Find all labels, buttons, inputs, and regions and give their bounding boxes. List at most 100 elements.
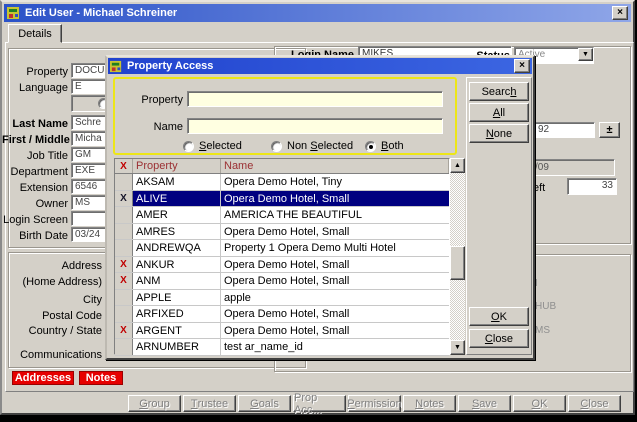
close-button[interactable]: Close [469,329,529,348]
code-value: 92 [538,124,549,135]
table-row[interactable]: X ANM Opera Demo Hotel, Small [115,273,449,290]
permission-button[interactable]: Permission [348,395,401,412]
radio-selected-label: Selected [199,140,242,152]
table-row[interactable]: AKSAM Opera Demo Hotel, Tiny [115,174,449,191]
x-cell [115,207,133,223]
interface-fragment-2: HUB [535,301,556,312]
save-button[interactable]: Save [458,395,511,412]
property-cell: ANKUR [133,257,221,273]
name-cell: Opera Demo Hotel, Small [221,224,449,240]
chevron-down-icon[interactable]: ▼ [578,48,593,61]
name-cell: Opera Demo Hotel, Tiny [221,174,449,190]
screen: Edit User - Michael Schreiner × Details … [0,0,637,422]
scroll-down-icon[interactable]: ▼ [450,340,465,355]
postal-code-label: Postal Code [2,310,102,322]
x-cell [115,240,133,256]
addresses-button[interactable]: Addresses [12,371,74,385]
property-cell: ARFIXED [133,306,221,322]
table-row[interactable]: ARFIXED Opera Demo Hotel, Small [115,306,449,323]
dialog-button-panel: Search All None OK Close [466,77,532,355]
address-label: Address [2,260,102,272]
dialog-title: Property Access [127,60,510,72]
trustee-button[interactable]: Trustee [183,395,236,412]
dialog-name-label: Name [123,121,183,133]
x-cell [115,306,133,322]
tab-details[interactable]: Details [8,24,62,43]
name-cell: Property 1 Opera Demo Multi Hotel [221,240,449,256]
notes-red-button[interactable]: Notes [79,371,123,385]
radio-selected[interactable]: Selected [183,140,242,152]
header-property: Property [133,159,221,173]
name-cell: Opera Demo Hotel, Small [221,323,449,339]
table-row[interactable]: X ANKUR Opera Demo Hotel, Small [115,257,449,274]
table-row[interactable]: X ALIVE Opera Demo Hotel, Small [115,191,449,208]
city-label: City [2,294,102,306]
radio-non-selected-icon[interactable] [271,141,282,152]
radio-both[interactable]: Both [365,140,404,152]
all-button[interactable]: All [469,103,529,122]
property-cell: ARNUMBER [133,339,221,355]
x-cell: X [115,191,133,207]
close-icon[interactable]: × [612,6,628,20]
x-cell: X [115,273,133,289]
dialog-property-label: Property [123,94,183,106]
scroll-up-icon[interactable]: ▲ [450,158,465,173]
name-cell: test ar_name_id [221,339,449,355]
language-label: Language [2,82,68,94]
property-table: X Property Name AKSAM Opera Demo Hotel, … [114,158,450,355]
dialog-titlebar[interactable]: Property Access × [108,58,532,74]
login-screen-label: Login Screen [2,214,68,226]
radio-selected-icon[interactable] [183,141,194,152]
scrollbar-thumb[interactable] [450,246,465,280]
property-cell: ARGENT [133,323,221,339]
country-state-label: Country / State [2,325,102,337]
table-row[interactable]: ARNUMBER test ar_name_id [115,339,449,356]
x-cell: X [115,323,133,339]
extension-label: Extension [2,182,68,194]
table-row[interactable]: AMRES Opera Demo Hotel, Small [115,224,449,241]
goals-button[interactable]: Goals [238,395,291,412]
last-name-label: Last Name [2,118,68,130]
radio-both-icon[interactable] [365,141,376,152]
first-middle-label: First / Middle [2,134,68,146]
name-cell: Opera Demo Hotel, Small [221,191,449,207]
property-cell: APPLE [133,290,221,306]
table-row[interactable]: AMER AMERICA THE BEAUTIFUL [115,207,449,224]
days-left-field: 33 [567,178,617,195]
dialog-close-icon[interactable]: × [514,59,530,73]
property-cell: AMER [133,207,221,223]
window-title: Edit User - Michael Schreiner [25,7,608,19]
ok-button-main[interactable]: OK [513,395,566,412]
home-address-label: (Home Address) [2,276,102,288]
lov-button[interactable]: ± [599,122,620,138]
x-cell [115,339,133,355]
table-row[interactable]: ANDREWQA Property 1 Opera Demo Multi Hot… [115,240,449,257]
table-header-row: X Property Name [115,159,449,174]
x-cell [115,174,133,190]
interface-fragment-1: I [535,278,538,289]
name-cell: Opera Demo Hotel, Small [221,257,449,273]
notes-button[interactable]: Notes [403,395,456,412]
app-icon [7,6,21,20]
name-cell: Opera Demo Hotel, Small [221,306,449,322]
owner-label: Owner [2,198,68,210]
close-button-main[interactable]: Close [568,395,621,412]
ok-button[interactable]: OK [469,307,529,326]
header-name: Name [221,159,449,173]
name-cell: Opera Demo Hotel, Small [221,273,449,289]
table-row[interactable]: APPLE apple [115,290,449,307]
dialog-property-input[interactable] [187,91,443,107]
dialog-icon [110,60,123,73]
dialog-name-input[interactable] [187,118,443,134]
none-button[interactable]: None [469,124,529,143]
radio-non-selected[interactable]: Non Selected [271,140,353,152]
table-scrollbar[interactable]: ▲ ▼ [450,158,465,355]
property-cell: ANM [133,273,221,289]
main-titlebar[interactable]: Edit User - Michael Schreiner × [4,4,631,22]
table-row[interactable]: X ARGENT Opera Demo Hotel, Small [115,323,449,340]
radio-both-label: Both [381,140,404,152]
search-button[interactable]: Search [469,82,529,101]
property-cell: ANDREWQA [133,240,221,256]
group-button[interactable]: Group [128,395,181,412]
prop-acc-button[interactable]: Prop Acc... [293,395,346,412]
